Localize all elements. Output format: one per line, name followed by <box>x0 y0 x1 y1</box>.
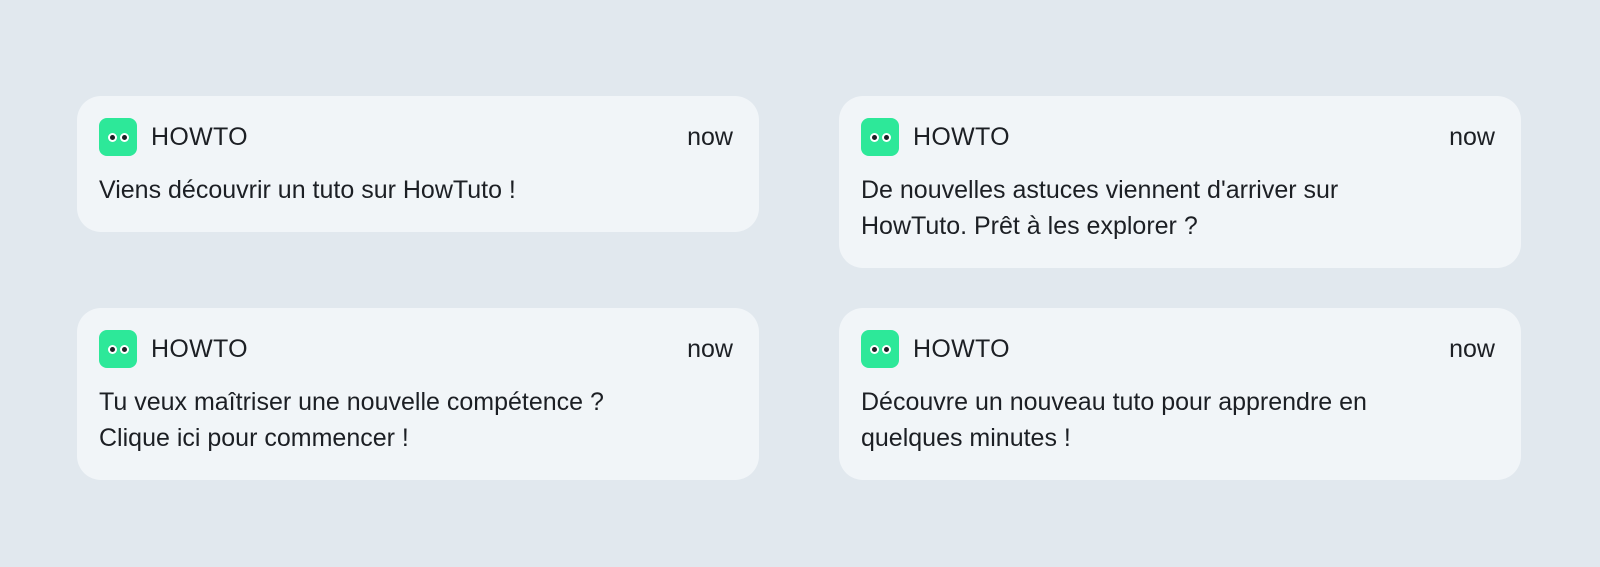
notification-message: De nouvelles astuces viennent d'arriver … <box>861 172 1495 244</box>
notification-card[interactable]: HOWTO now Viens découvrir un tuto sur Ho… <box>77 96 759 232</box>
eyes-icon <box>861 118 899 156</box>
notification-message: Découvre un nouveau tuto pour apprendre … <box>861 384 1495 456</box>
notification-header: HOWTO now <box>99 330 733 368</box>
notification-time: now <box>1449 334 1495 363</box>
notification-header: HOWTO now <box>99 118 733 156</box>
notification-message: Tu veux maîtriser une nouvelle compétenc… <box>99 384 733 456</box>
eye-right <box>881 344 891 354</box>
message-line: quelques minutes ! <box>861 424 1071 452</box>
message-line: Tu veux maîtriser une nouvelle compétenc… <box>99 388 604 416</box>
eye-left <box>869 132 879 142</box>
notification-header: HOWTO now <box>861 330 1495 368</box>
notification-time: now <box>687 334 733 363</box>
eye-right <box>881 132 891 142</box>
notification-message: Viens découvrir un tuto sur HowTuto ! <box>99 172 733 208</box>
eyes-icon <box>99 330 137 368</box>
eye-left <box>107 132 117 142</box>
app-name: HOWTO <box>151 122 248 151</box>
notification-card[interactable]: HOWTO now Tu veux maîtriser une nouvelle… <box>77 308 759 480</box>
eye-left <box>107 344 117 354</box>
notification-header: HOWTO now <box>861 118 1495 156</box>
message-line: De nouvelles astuces viennent d'arriver … <box>861 176 1339 204</box>
eyes-icon <box>99 118 137 156</box>
message-line: Clique ici pour commencer ! <box>99 424 409 452</box>
message-line: HowTuto. Prêt à les explorer ? <box>861 212 1198 240</box>
notification-time: now <box>1449 122 1495 151</box>
eye-right <box>119 344 129 354</box>
message-line: Viens découvrir un tuto sur HowTuto ! <box>99 176 516 204</box>
app-name: HOWTO <box>913 334 1010 363</box>
message-line: Découvre un nouveau tuto pour apprendre … <box>861 388 1367 416</box>
eye-right <box>119 132 129 142</box>
notification-card[interactable]: HOWTO now Découvre un nouveau tuto pour … <box>839 308 1521 480</box>
app-name: HOWTO <box>151 334 248 363</box>
notification-card[interactable]: HOWTO now De nouvelles astuces viennent … <box>839 96 1521 268</box>
eyes-icon <box>861 330 899 368</box>
notification-time: now <box>687 122 733 151</box>
eye-left <box>869 344 879 354</box>
app-name: HOWTO <box>913 122 1010 151</box>
